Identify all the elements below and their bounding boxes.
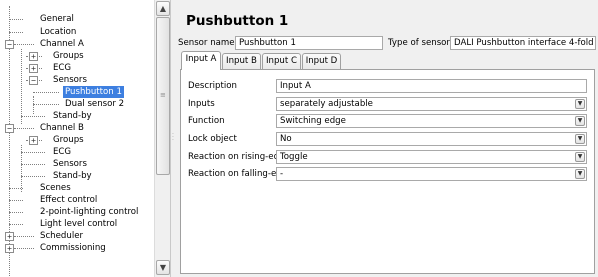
expand-icon[interactable]: +: [5, 244, 14, 253]
expand-icon[interactable]: +: [29, 136, 38, 145]
description-input[interactable]: Input A: [276, 79, 587, 93]
tree-item-channel-b[interactable]: − Channel B: [0, 122, 154, 134]
collapse-icon[interactable]: −: [5, 40, 14, 49]
tree-item-label: Channel B: [40, 123, 84, 133]
param-label: Reaction on rising-edge: [188, 152, 290, 162]
tree-item-label: ECG: [53, 63, 72, 73]
rising-edge-select[interactable]: Toggle ▼: [276, 150, 587, 164]
tree-item-channel-a[interactable]: − Channel A: [0, 38, 154, 50]
tree-item-groups-b[interactable]: + Groups: [0, 134, 154, 146]
tree-item-label: Light level control: [40, 219, 118, 229]
tree-item-scenes[interactable]: Scenes: [0, 182, 154, 194]
sensor-name-label: Sensor name: [178, 38, 235, 48]
select-value: Toggle: [280, 152, 308, 162]
tree-item-scheduler[interactable]: + Scheduler: [0, 230, 154, 242]
tree-item-label: Stand-by: [53, 171, 92, 181]
expand-icon[interactable]: +: [29, 64, 38, 73]
scrollbar-thumb[interactable]: ≡: [156, 17, 170, 175]
select-value: -: [280, 169, 284, 179]
tree-item-label: Effect control: [40, 195, 98, 205]
tree-item-label: Channel A: [40, 39, 84, 49]
param-row-falling-edge: Reaction on falling-edge - ▼: [181, 166, 594, 182]
tree-item-ecg-a[interactable]: + ECG: [0, 62, 154, 74]
select-value: separately adjustable: [280, 99, 373, 109]
tree-item-sensors-b[interactable]: Sensors: [0, 158, 154, 170]
tab-input-c[interactable]: Input C: [262, 53, 301, 69]
param-row-rising-edge: Reaction on rising-edge Toggle ▼: [181, 149, 594, 165]
chevron-down-icon[interactable]: ▼: [575, 169, 585, 179]
tree-item-dual-sensor-2[interactable]: Dual sensor 2: [0, 98, 154, 110]
collapse-icon[interactable]: −: [5, 124, 14, 133]
tree-item-stand-by-a[interactable]: Stand-by: [0, 110, 154, 122]
tree-item-groups-a[interactable]: + Groups: [0, 50, 154, 62]
tree-item-label: 2-point-lighting control: [40, 207, 139, 217]
grip-icon: ≡: [160, 91, 166, 99]
param-row-function: Function Switching edge ▼: [181, 113, 594, 129]
tree-item-label: Groups: [53, 135, 84, 145]
tree-item-light-level-control[interactable]: Light level control: [0, 218, 154, 230]
sensor-name-input[interactable]: Pushbutton 1: [235, 36, 383, 50]
tab-input-a[interactable]: Input A: [181, 51, 221, 70]
scroll-down-icon[interactable]: ▼: [156, 260, 170, 275]
collapse-icon[interactable]: −: [29, 76, 38, 85]
function-select[interactable]: Switching edge ▼: [276, 114, 587, 128]
expand-icon[interactable]: +: [5, 232, 14, 241]
select-value: Switching edge: [280, 116, 346, 126]
param-label: Lock object: [188, 134, 237, 144]
tree-item-2-point-lighting-control[interactable]: 2-point-lighting control: [0, 206, 154, 218]
tree-item-label: Location: [40, 27, 77, 37]
tree-scrollbar[interactable]: ▲ ≡ ▼: [154, 0, 170, 277]
tree-item-general[interactable]: General: [0, 13, 154, 25]
tree-item-stand-by-b[interactable]: Stand-by: [0, 170, 154, 182]
tree-item-label: Groups: [53, 51, 84, 61]
tree-item-label: Commissioning: [40, 243, 106, 253]
sensor-type-label: Type of sensor:: [388, 38, 453, 48]
tree-item-label: General: [40, 14, 74, 24]
lock-object-select[interactable]: No ▼: [276, 132, 587, 146]
tree-item-label: Stand-by: [53, 111, 92, 121]
param-label: Function: [188, 116, 225, 126]
tab-input-d[interactable]: Input D: [302, 53, 341, 69]
select-value: No: [280, 134, 292, 144]
tree-item-ecg-b[interactable]: ECG: [0, 146, 154, 158]
chevron-down-icon[interactable]: ▼: [575, 99, 585, 109]
chevron-down-icon[interactable]: ▼: [575, 116, 585, 126]
tree-item-label: Pushbutton 1: [63, 86, 124, 98]
tree-item-pushbutton-1[interactable]: Pushbutton 1: [0, 86, 154, 98]
tab-content-input-a: Description Input A Inputs separately ad…: [180, 69, 595, 274]
param-label: Description: [188, 81, 237, 91]
param-row-description: Description Input A: [181, 78, 594, 94]
page-title: Pushbutton 1: [186, 13, 289, 29]
properties-panel: Pushbutton 1 Sensor name Pushbutton 1 Ty…: [177, 0, 598, 277]
splitter-grip-icon: · · ·: [172, 131, 174, 144]
param-row-lock-object: Lock object No ▼: [181, 131, 594, 147]
tree-item-label: Sensors: [53, 75, 87, 85]
tree-item-location[interactable]: Location: [0, 26, 154, 38]
param-row-inputs: Inputs separately adjustable ▼: [181, 96, 594, 112]
tree-item-effect-control[interactable]: Effect control: [0, 194, 154, 206]
sensor-type-field: DALI Pushbutton interface 4-fold: [450, 36, 596, 50]
falling-edge-select[interactable]: - ▼: [276, 167, 587, 181]
param-label: Inputs: [188, 99, 215, 109]
tree-item-label: Scheduler: [40, 231, 84, 241]
tree-item-label: Scenes: [40, 183, 71, 193]
tree-item-sensors-a[interactable]: − Sensors: [0, 74, 154, 86]
tree-list: General Location − Channel A + Groups + …: [0, 0, 154, 277]
scroll-up-icon[interactable]: ▲: [156, 1, 170, 16]
tab-input-b[interactable]: Input B: [222, 53, 261, 69]
chevron-down-icon[interactable]: ▼: [575, 152, 585, 162]
tree-item-label: Sensors: [53, 159, 87, 169]
chevron-down-icon[interactable]: ▼: [575, 134, 585, 144]
tree-item-commissioning[interactable]: + Commissioning: [0, 242, 154, 254]
inputs-select[interactable]: separately adjustable ▼: [276, 97, 587, 111]
navigation-tree: General Location − Channel A + Groups + …: [0, 0, 171, 277]
tree-item-label: ECG: [53, 147, 72, 157]
expand-icon[interactable]: +: [29, 52, 38, 61]
tree-item-label: Dual sensor 2: [65, 99, 125, 109]
